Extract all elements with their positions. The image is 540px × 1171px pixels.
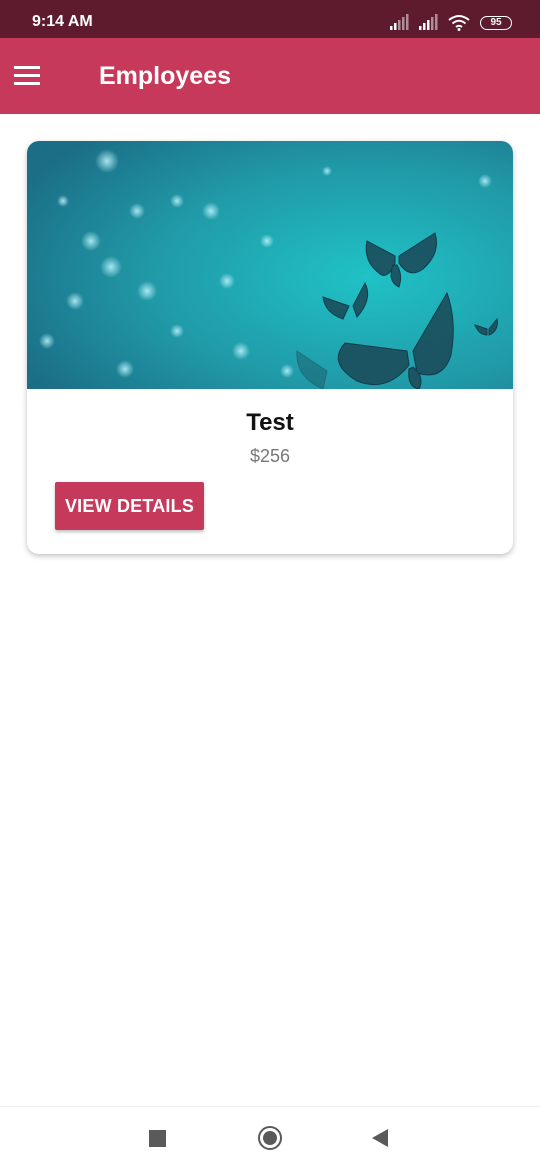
hamburger-menu-icon[interactable]	[14, 66, 40, 86]
back-icon[interactable]	[372, 1129, 388, 1147]
recent-apps-icon[interactable]	[149, 1130, 166, 1147]
view-details-button[interactable]: VIEW DETAILS	[55, 482, 204, 530]
status-time: 9:14 AM	[32, 13, 93, 30]
app-bar: Employees	[0, 38, 540, 114]
card-title: Test	[246, 409, 294, 436]
cell-signal-icon	[390, 14, 409, 30]
card-image	[27, 141, 513, 389]
navigation-bar	[0, 1106, 540, 1171]
status-bar: 9:14 AM 95	[0, 0, 540, 38]
card-price: $256	[249, 446, 291, 466]
page-title: Employees	[99, 62, 232, 90]
home-icon[interactable]	[258, 1126, 282, 1150]
wifi-icon	[448, 15, 470, 31]
cell-signal-icon	[419, 14, 438, 30]
battery-icon: 95	[480, 16, 512, 30]
employee-card: Test $256 VIEW DETAILS	[27, 141, 513, 554]
